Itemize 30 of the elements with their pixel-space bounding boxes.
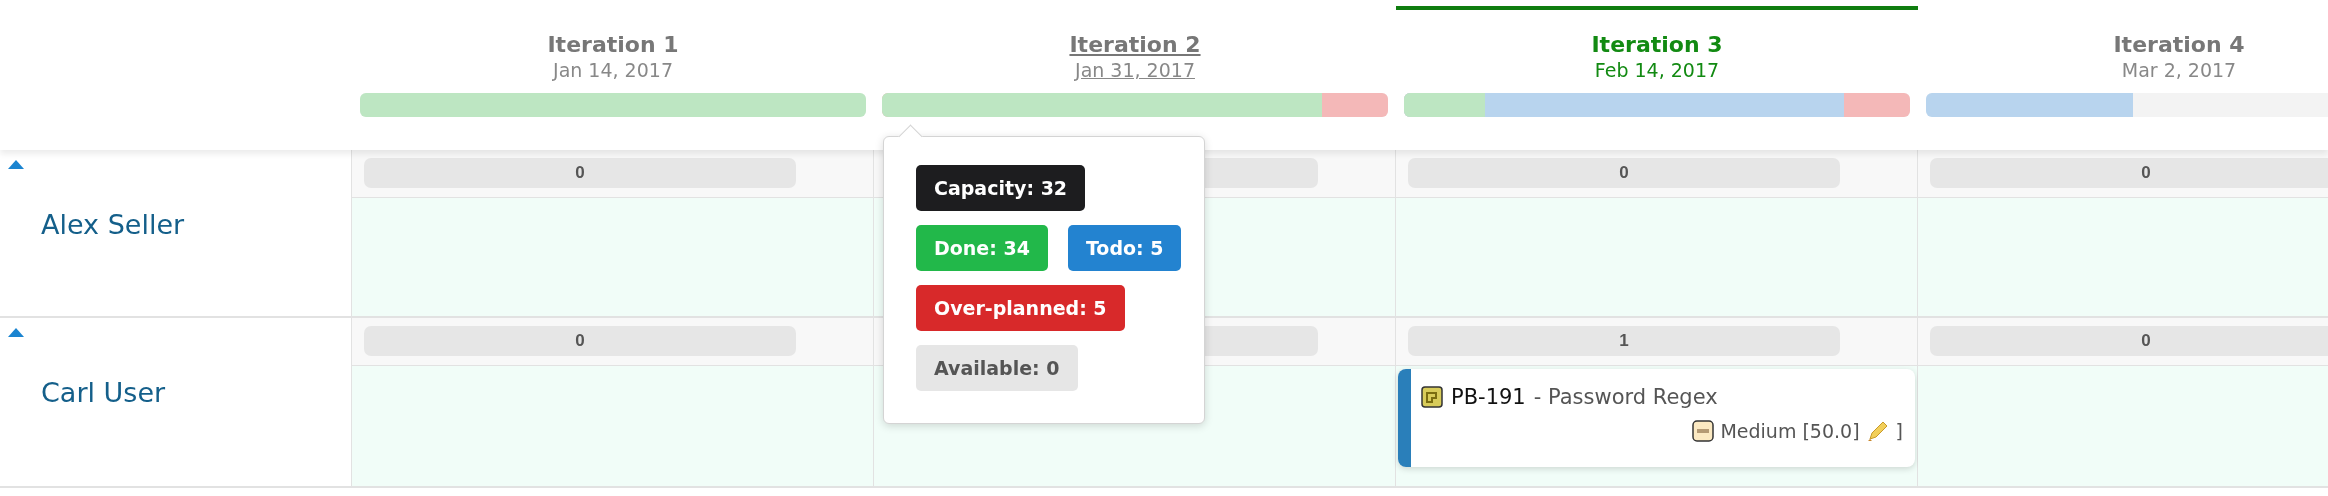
- count-bar: 0: [364, 326, 796, 356]
- over-badge: Over-planned: 5: [916, 285, 1125, 331]
- available-badge: Available: 0: [916, 345, 1078, 391]
- iteration-title[interactable]: Iteration 1: [547, 32, 679, 57]
- done-badge: Done: 34: [916, 225, 1048, 271]
- count-bar: 0: [1408, 158, 1840, 188]
- story-card[interactable]: PB-191 - Password Regex Medium [50.0] ]: [1398, 369, 1915, 467]
- issue-key[interactable]: PB-191: [1451, 385, 1526, 409]
- user-name[interactable]: Carl User: [41, 377, 351, 408]
- priority-label: Medium [50.0]: [1720, 420, 1860, 442]
- priority-icon: [1692, 420, 1715, 442]
- iteration-title[interactable]: Iteration 2: [1069, 32, 1201, 57]
- collapse-icon[interactable]: [8, 160, 24, 169]
- count-bar: 0: [364, 158, 796, 188]
- iteration-date: Jan 31, 2017: [1075, 59, 1195, 81]
- iteration-title[interactable]: Iteration 4: [2113, 32, 2245, 57]
- todo-badge: Todo: 5: [1067, 225, 1182, 271]
- capacity-badge: Capacity: 32: [916, 165, 1086, 211]
- iteration-date: Feb 14, 2017: [1594, 59, 1720, 81]
- count-bar: 1: [1408, 326, 1840, 356]
- user-name[interactable]: Alex Seller: [41, 209, 351, 240]
- iteration-date: Mar 2, 2017: [2121, 59, 2237, 81]
- collapse-icon[interactable]: [8, 328, 24, 337]
- story-icon: [1421, 386, 1443, 408]
- iteration-title[interactable]: Iteration 3: [1591, 32, 1723, 57]
- bracket-text: ]: [1895, 420, 1903, 442]
- count-bar: 0: [1930, 326, 2328, 356]
- issue-title: - Password Regex: [1533, 385, 1718, 409]
- count-bar: 0: [1930, 158, 2328, 188]
- iteration-date: Jan 14, 2017: [553, 59, 673, 81]
